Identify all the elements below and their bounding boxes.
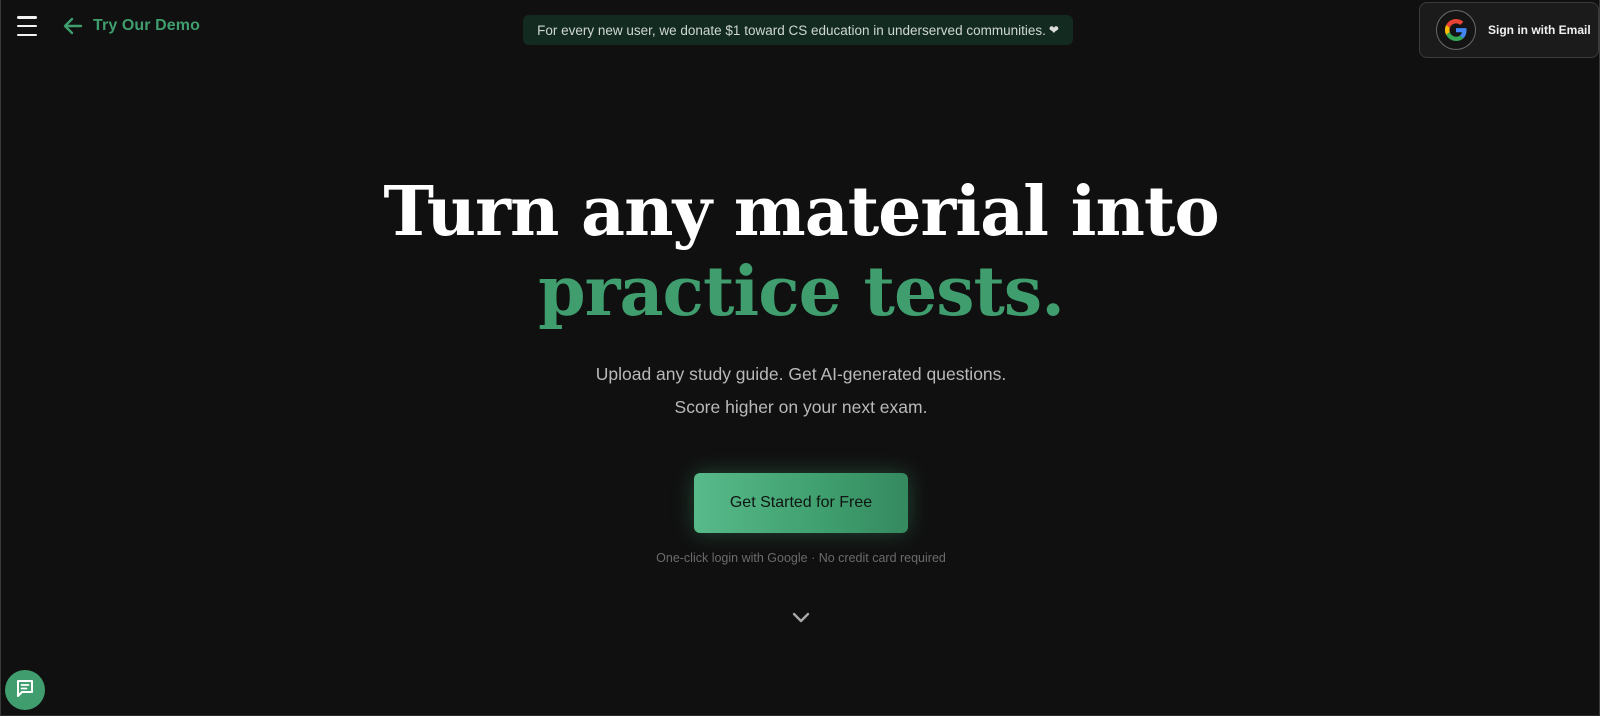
arrow-left-icon xyxy=(63,17,83,35)
chevron-down-icon[interactable] xyxy=(791,610,811,624)
hero-subtitle: Upload any study guide. Get AI-generated… xyxy=(595,364,1007,384)
hero-title-highlight: practice tests. xyxy=(538,252,1065,332)
chat-icon xyxy=(15,678,35,703)
landing-page: Try Our Demo For every new user, we dona… xyxy=(0,0,1600,716)
donation-banner: For every new user, we donate $1 toward … xyxy=(523,15,1073,45)
hero-title: Turn any material into xyxy=(383,172,1219,252)
try-demo-label: Try Our Demo xyxy=(93,17,201,34)
get-started-button[interactable]: Get Started for Free xyxy=(694,473,908,533)
menu-bar xyxy=(17,16,37,19)
chat-button[interactable] xyxy=(5,670,45,710)
login-note: One-click login with Google · No credit … xyxy=(656,551,946,565)
menu-bar xyxy=(17,24,37,28)
try-demo-link[interactable]: Try Our Demo xyxy=(63,17,200,35)
menu-bar xyxy=(17,33,37,36)
sign-in-button[interactable]: Sign in with Email xyxy=(1419,2,1599,58)
heart-icon: ❤ xyxy=(1048,23,1059,37)
hamburger-menu-icon[interactable] xyxy=(17,16,41,36)
google-icon xyxy=(1436,10,1476,50)
sign-in-label: Sign in with Email xyxy=(1488,23,1591,37)
hero-subtitle-secondary: Score higher on your next exam. xyxy=(674,397,928,417)
banner-text: For every new user, we donate $1 toward … xyxy=(537,22,1046,38)
